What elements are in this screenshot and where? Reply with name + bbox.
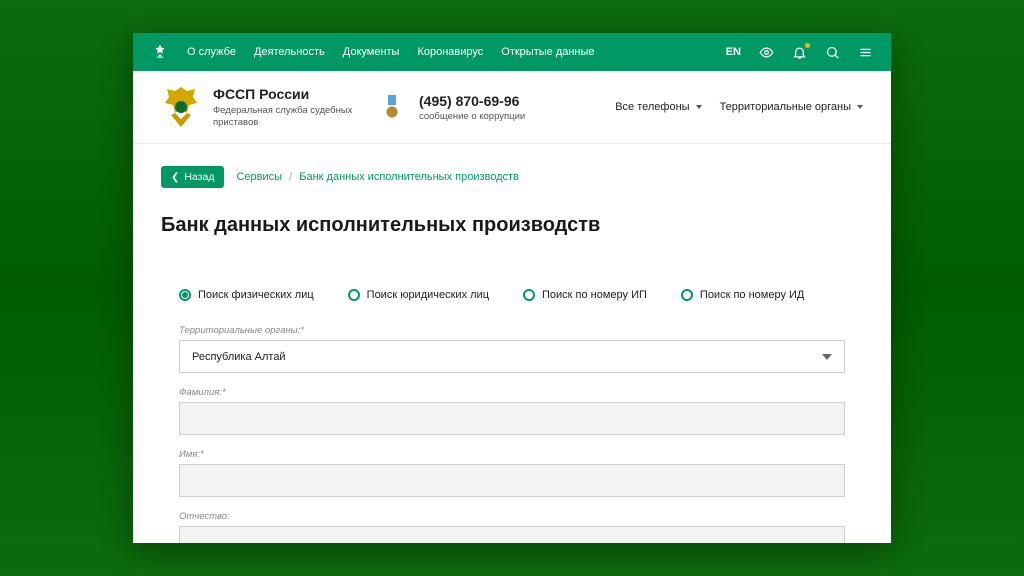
org-name: ФССП России Федеральная служба судебных … <box>213 86 363 129</box>
territory-field: Территориальные органы:* Республика Алта… <box>179 325 845 373</box>
tab-legal-entities[interactable]: Поиск юридических лиц <box>348 289 489 301</box>
patronymic-input-wrap <box>179 526 845 543</box>
tab-ip-number[interactable]: Поиск по номеру ИП <box>523 289 647 301</box>
form-area: Поиск физических лиц Поиск юридических л… <box>161 289 863 543</box>
dropdown-label: Территориальные органы <box>720 101 851 113</box>
back-button[interactable]: ❮ Назад <box>161 166 224 188</box>
territorial-dropdown[interactable]: Территориальные органы <box>720 101 863 113</box>
patronymic-field: Отчество: <box>179 511 845 543</box>
nav-item[interactable]: Деятельность <box>254 46 325 58</box>
radio-icon <box>681 289 693 301</box>
nav-item[interactable]: Открытые данные <box>501 46 594 58</box>
field-label: Территориальные органы:* <box>179 325 845 336</box>
radio-label: Поиск физических лиц <box>198 289 314 301</box>
tab-id-number[interactable]: Поиск по номеру ИД <box>681 289 804 301</box>
org-title: ФССП России <box>213 86 363 102</box>
crumb-row: ❮ Назад Сервисы / Банк данных исполнител… <box>161 166 863 188</box>
crumb-current: Банк данных исполнительных производств <box>299 171 519 183</box>
field-label: Отчество: <box>179 511 845 522</box>
bell-icon[interactable] <box>792 45 807 60</box>
breadcrumb: Сервисы / Банк данных исполнительных про… <box>236 171 518 183</box>
radio-label: Поиск по номеру ИП <box>542 289 647 301</box>
nav-item[interactable]: О службе <box>187 46 236 58</box>
dropdown-label: Все телефоны <box>615 101 689 113</box>
coat-of-arms-icon <box>161 85 201 129</box>
lastname-field: Фамилия:* <box>179 387 845 435</box>
phone-number: (495) 870-69-96 <box>419 93 525 109</box>
org-subtitle: Федеральная служба судебных приставов <box>213 105 363 129</box>
radio-icon <box>348 289 360 301</box>
lastname-input-wrap <box>179 402 845 435</box>
lastname-input[interactable] <box>192 413 832 425</box>
tab-individuals[interactable]: Поиск физических лиц <box>179 289 314 301</box>
lang-switch[interactable]: EN <box>726 46 741 58</box>
menu-icon[interactable] <box>858 45 873 60</box>
firstname-field: Имя:* <box>179 449 845 497</box>
nav-item[interactable]: Коронавирус <box>417 46 483 58</box>
territory-select[interactable]: Республика Алтай <box>179 340 845 373</box>
crumb-sep: / <box>289 171 292 183</box>
accessibility-icon[interactable] <box>759 45 774 60</box>
nav-links: О службе Деятельность Документы Коронави… <box>187 46 595 58</box>
chevron-down-icon <box>857 105 863 109</box>
notification-dot <box>805 43 810 48</box>
radio-label: Поиск юридических лиц <box>367 289 489 301</box>
header-band: ФССП России Федеральная служба судебных … <box>133 71 891 144</box>
select-value: Республика Алтай <box>192 351 286 363</box>
page-card: О службе Деятельность Документы Коронави… <box>133 33 891 543</box>
radio-icon <box>179 289 191 301</box>
nav-item[interactable]: Документы <box>343 46 400 58</box>
crumb-root[interactable]: Сервисы <box>236 171 282 183</box>
patronymic-input[interactable] <box>192 537 832 544</box>
radio-icon <box>523 289 535 301</box>
top-bar: О службе Деятельность Документы Коронави… <box>133 33 891 71</box>
radio-label: Поиск по номеру ИД <box>700 289 804 301</box>
page-title: Банк данных исполнительных производств <box>161 214 863 237</box>
phone-block: (495) 870-69-96 сообщение о коррупции <box>419 93 525 122</box>
medal-icon <box>385 95 399 119</box>
top-actions: EN <box>726 45 873 60</box>
phone-hint: сообщение о коррупции <box>419 111 525 122</box>
all-phones-dropdown[interactable]: Все телефоны <box>615 101 701 113</box>
chevron-down-icon <box>696 105 702 109</box>
chevron-left-icon: ❮ <box>171 172 179 183</box>
firstname-input-wrap <box>179 464 845 497</box>
field-label: Имя:* <box>179 449 845 460</box>
back-label: Назад <box>184 171 214 183</box>
firstname-input[interactable] <box>192 475 832 487</box>
content: ❮ Назад Сервисы / Банк данных исполнител… <box>133 144 891 543</box>
field-label: Фамилия:* <box>179 387 845 398</box>
search-icon[interactable] <box>825 45 840 60</box>
search-type-tabs: Поиск физических лиц Поиск юридических л… <box>179 289 845 301</box>
emblem-icon <box>151 43 169 61</box>
